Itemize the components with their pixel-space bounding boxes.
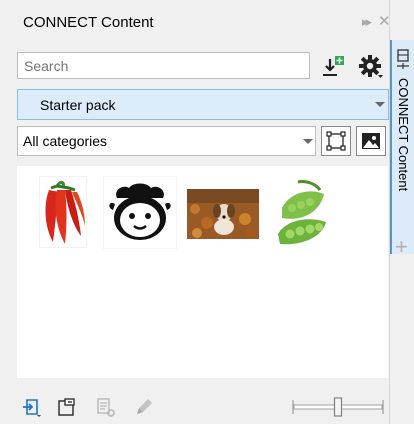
add-tab-icon[interactable]: +: [395, 234, 408, 260]
gear-icon[interactable]: [358, 54, 384, 80]
double-chevron-right-icon[interactable]: ▸▸: [362, 14, 372, 30]
chevron-down-icon: [303, 139, 313, 144]
image-view-button[interactable]: [356, 126, 386, 156]
import-icon[interactable]: [321, 54, 345, 78]
frame-view-icon: [326, 131, 346, 151]
bottom-toolbar: [17, 388, 389, 424]
content-gallery: [17, 166, 388, 378]
close-icon[interactable]: ✕: [378, 12, 391, 30]
zoom-slider-thumb[interactable]: [333, 397, 343, 417]
panel-titlebar: CONNECT Content ▸▸ ✕: [0, 0, 391, 40]
category-dropdown-value: All categories: [23, 133, 108, 149]
search-input[interactable]: [17, 52, 310, 79]
import-content-icon[interactable]: [21, 396, 43, 418]
edit-icon[interactable]: [133, 396, 155, 418]
zoom-slider[interactable]: [292, 396, 384, 418]
pack-dropdown[interactable]: Starter pack: [17, 89, 389, 120]
connect-content-tab-icon: [397, 49, 409, 69]
frame-view-button[interactable]: [321, 126, 351, 156]
gallery-item-pea-pods[interactable]: [276, 178, 330, 251]
chevron-down-icon: [375, 102, 385, 107]
connect-content-panel: CONNECT Content ▸▸ ✕ Starter pack All ca…: [0, 0, 391, 424]
category-dropdown[interactable]: All categories: [17, 126, 316, 156]
new-tray-icon[interactable]: [56, 396, 78, 418]
side-tab-label: CONNECT Content: [396, 78, 411, 192]
gallery-item-sheep[interactable]: [103, 176, 177, 249]
gallery-item-chili-peppers[interactable]: [39, 176, 87, 248]
gallery-item-dog-in-leaves[interactable]: [187, 189, 259, 239]
panel-title: CONNECT Content: [23, 14, 154, 31]
side-tab-connect-content[interactable]: CONNECT Content: [390, 40, 414, 254]
pack-dropdown-value: Starter pack: [40, 97, 116, 113]
image-view-icon: [362, 133, 380, 149]
properties-icon[interactable]: [95, 396, 117, 418]
